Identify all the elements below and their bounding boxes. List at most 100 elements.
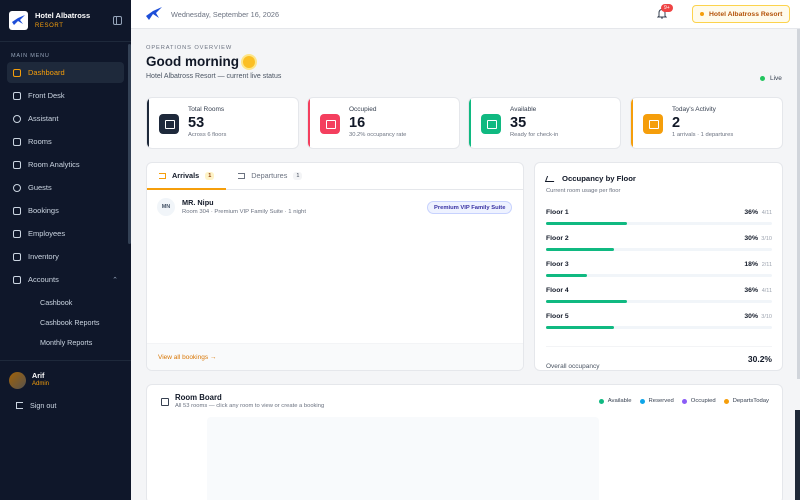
sun-icon [242, 55, 255, 68]
legend-item-departs-today: DepartsToday [723, 398, 769, 404]
tab-label: Departures [251, 171, 288, 180]
stat-accent-bar [631, 98, 633, 148]
sidebar-item-assistant[interactable]: Assistant [7, 108, 124, 129]
legend-label: Available [607, 398, 632, 404]
sidebar-item-rooms[interactable]: Rooms [7, 131, 124, 152]
user-profile[interactable]: Arif Admin [0, 361, 131, 389]
clipboard-icon [13, 91, 21, 100]
overall-value: 30.2% [747, 354, 772, 364]
stat-card-todays-activity[interactable]: Today's Activity 2 1 arrivals · 1 depart… [630, 97, 783, 149]
sidebar-item-accounts[interactable]: Accounts ⌃ [7, 269, 124, 290]
legend-dot-icon [681, 398, 687, 404]
sidebar-subitem-cashbook[interactable]: Cashbook [7, 292, 124, 312]
floor-name: Floor 1 [546, 209, 569, 216]
list-item[interactable]: MN MR. Nipu Room 304 · Premium VIP Famil… [147, 191, 523, 223]
progress-track [546, 274, 772, 277]
legend-dot-icon [598, 398, 604, 404]
sign-out-label: Sign out [30, 401, 57, 410]
progress-track [546, 300, 772, 303]
sidebar-item-label: Room Analytics [28, 160, 80, 169]
current-date: Wednesday, September 16, 2026 [171, 9, 280, 19]
floor-percent: 36% [744, 287, 758, 294]
lock-icon [320, 114, 340, 134]
tab-departures[interactable]: Departures 1 [226, 163, 314, 189]
sidebar-subitem-cashbook-reports[interactable]: Cashbook Reports [7, 312, 124, 332]
stat-value: 2 [672, 115, 681, 131]
box-icon [13, 252, 21, 261]
brand: Hotel Albatross RESORT [35, 11, 113, 31]
legend-label: Reserved [648, 398, 674, 404]
arrivals-panel: Arrivals 1 Departures 1 MN MR. Nipu Room… [146, 162, 524, 371]
users-icon [13, 183, 21, 192]
bed-icon [159, 114, 179, 134]
sidebar-item-dashboard[interactable]: Dashboard [7, 62, 124, 83]
legend-item-available: Available [598, 398, 632, 404]
live-label: Live [770, 75, 782, 82]
sidebar-collapse-icon[interactable] [113, 16, 122, 25]
stat-card-occupied[interactable]: Occupied 16 30.2% occupancy rate [307, 97, 460, 149]
floor-percent: 30% [744, 235, 758, 242]
sign-out-button[interactable]: Sign out [0, 389, 131, 410]
chart-icon [13, 160, 21, 169]
sidebar-item-bookings[interactable]: Bookings [7, 200, 124, 221]
resort-selector[interactable]: Hotel Albatross Resort [692, 5, 791, 23]
progress-fill [546, 300, 628, 303]
sidebar-item-label: Guests [28, 183, 52, 192]
sidebar-header: Hotel Albatross RESORT [0, 0, 131, 42]
view-all-bookings-link[interactable]: View all bookings → [147, 343, 523, 370]
stat-card-total-rooms[interactable]: Total Rooms 53 Across 6 floors [146, 97, 299, 149]
sidebar-item-label: Assistant [28, 114, 59, 123]
legend-label: DepartsToday [732, 398, 769, 404]
stat-footer: 30.2% occupancy rate [349, 132, 407, 138]
floor-name: Floor 3 [546, 261, 569, 268]
chevron-up-icon: ⌃ [112, 276, 118, 284]
sidebar-item-room-analytics[interactable]: Room Analytics [7, 154, 124, 175]
window-edge [795, 410, 800, 500]
sidebar-item-label: Front Desk [28, 91, 65, 100]
albatross-logo-icon [9, 11, 28, 30]
bed-icon [13, 137, 21, 146]
stat-accent-bar [469, 98, 471, 148]
stat-value: 53 [188, 115, 205, 131]
sidebar-item-employees[interactable]: Employees [7, 223, 124, 244]
room-board-grid[interactable] [207, 417, 599, 500]
panel-title: Occupancy by Floor [544, 174, 636, 183]
tab-count-badge: 1 [293, 171, 303, 180]
progress-fill [546, 274, 587, 277]
calendar-icon [643, 114, 663, 134]
wallet-icon [13, 275, 21, 284]
stats-row: Total Rooms 53 Across 6 floors Occupied … [146, 97, 783, 149]
tab-count-badge: 1 [205, 171, 215, 180]
floor-percent: 18% [744, 261, 758, 268]
sidebar-item-guests[interactable]: Guests [7, 177, 124, 198]
chat-icon [13, 114, 21, 123]
guest-detail: Room 304 · Premium VIP Family Suite · 1 … [182, 209, 306, 215]
sidebar-item-front-desk[interactable]: Front Desk [7, 85, 124, 106]
sidebar-item-label: Accounts [28, 275, 59, 284]
menu-label: MAIN MENU [11, 53, 50, 59]
stat-footer: Across 6 floors [188, 132, 227, 138]
sidebar-subitem-monthly-reports[interactable]: Monthly Reports [7, 332, 124, 352]
room-board-subtitle: All 53 rooms — click any room to view or… [175, 403, 325, 409]
sidebar-item-inventory[interactable]: Inventory [7, 246, 124, 267]
user-meta: Arif Admin [32, 371, 49, 389]
panel-title-text: Occupancy by Floor [562, 174, 636, 183]
room-board-panel: Room Board All 53 rooms — click any room… [146, 384, 783, 500]
tab-arrivals[interactable]: Arrivals 1 [147, 163, 227, 190]
legend-item-occupied: Occupied [681, 398, 716, 404]
user-role: Admin [32, 381, 50, 387]
legend-label: Occupied [690, 398, 716, 404]
departure-icon [238, 172, 246, 179]
grid-icon [13, 68, 21, 77]
status-dot-icon [700, 12, 704, 16]
page-subtitle: Hotel Albatross Resort — current live st… [146, 73, 282, 80]
stat-value: 35 [510, 115, 527, 131]
grid-icon [161, 398, 169, 406]
floor-count: 2/11 [761, 262, 772, 268]
stat-label: Occupied [349, 106, 377, 113]
greeting-text: Good morning [146, 54, 239, 69]
floor-row: Floor 2 30% 3/10 [546, 235, 772, 255]
legend-dot-icon [639, 398, 645, 404]
sidebar: Hotel Albatross RESORT MAIN MENU Dashboa… [0, 0, 131, 500]
stat-card-available[interactable]: Available 35 Ready for check-in [468, 97, 621, 149]
